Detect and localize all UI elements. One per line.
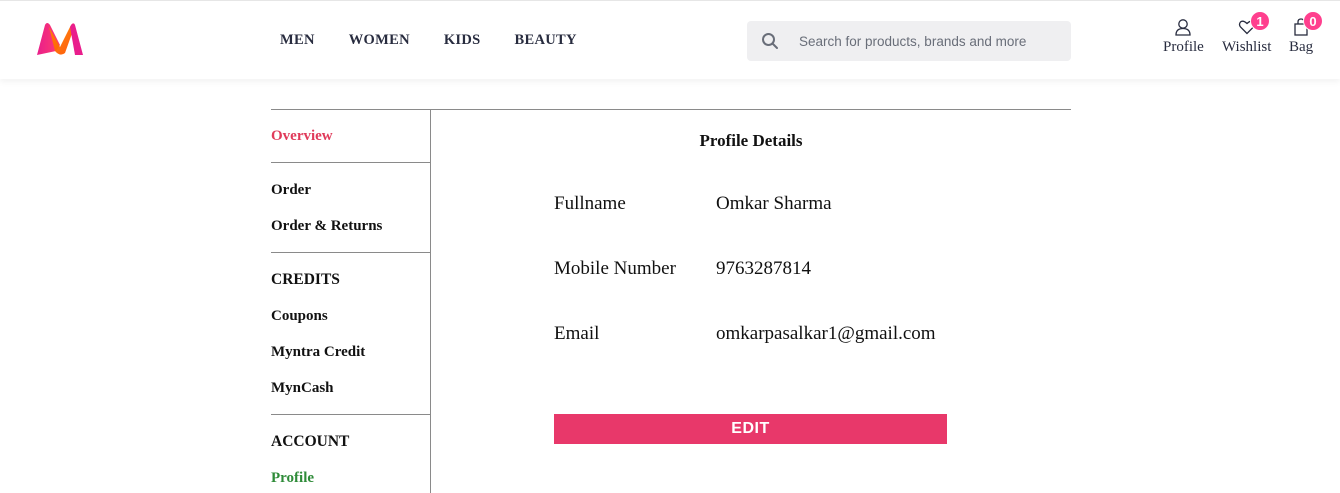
profile-label: Profile — [1163, 39, 1204, 55]
sidebar-heading-credits: CREDITS — [271, 271, 340, 288]
sidebar-item-myncash[interactable]: MynCash — [271, 379, 334, 397]
fullname-value: Omkar Sharma — [716, 193, 832, 214]
page-title: Profile Details — [699, 131, 803, 150]
wishlist-label: Wishlist — [1222, 39, 1272, 55]
sidebar-separator — [271, 162, 430, 163]
mobile-label: Mobile Number — [554, 258, 676, 279]
main-nav: MEN WOMEN KIDS BEAUTY — [280, 32, 611, 49]
content-top-divider — [271, 109, 1071, 110]
sidebar-item-overview[interactable]: Overview — [271, 127, 333, 145]
sidebar-item-profile[interactable]: Profile — [271, 469, 314, 487]
sidebar-item-order[interactable]: Order — [271, 181, 311, 199]
sidebar-heading-account: ACCOUNT — [271, 433, 350, 450]
sidebar-item-order-returns[interactable]: Order & Returns — [271, 217, 382, 235]
sidebar-separator — [271, 252, 430, 253]
nav-men[interactable]: MEN — [280, 32, 315, 49]
top-header: MEN WOMEN KIDS BEAUTY Profile Wishlis — [0, 0, 1340, 79]
email-label: Email — [554, 323, 600, 344]
wishlist-count-badge: 1 — [1250, 11, 1270, 31]
bag-count-badge: 0 — [1303, 11, 1323, 31]
search-icon[interactable] — [761, 32, 779, 50]
nav-women[interactable]: WOMEN — [349, 32, 410, 49]
sidebar-item-myntra-credit[interactable]: Myntra Credit — [271, 343, 365, 361]
bag-label: Bag — [1289, 39, 1314, 55]
sidebar-vertical-divider — [430, 110, 431, 493]
wishlist-action[interactable]: Wishlist 1 — [1222, 11, 1272, 56]
edit-button[interactable]: EDIT — [554, 414, 947, 444]
profile-action[interactable]: Profile — [1163, 18, 1204, 56]
sidebar-separator — [271, 414, 430, 415]
search-input[interactable] — [799, 21, 1059, 61]
nav-kids[interactable]: KIDS — [444, 32, 481, 49]
search-box — [747, 21, 1071, 61]
email-value: omkarpasalkar1@gmail.com — [716, 323, 936, 344]
fullname-label: Fullname — [554, 193, 626, 214]
nav-beauty[interactable]: BEAUTY — [515, 32, 577, 49]
user-icon — [1163, 18, 1204, 36]
bag-action[interactable]: Bag 0 — [1289, 11, 1323, 56]
sidebar-item-coupons[interactable]: Coupons — [271, 307, 328, 325]
mobile-value: 9763287814 — [716, 258, 811, 279]
myntra-logo[interactable] — [35, 21, 85, 57]
